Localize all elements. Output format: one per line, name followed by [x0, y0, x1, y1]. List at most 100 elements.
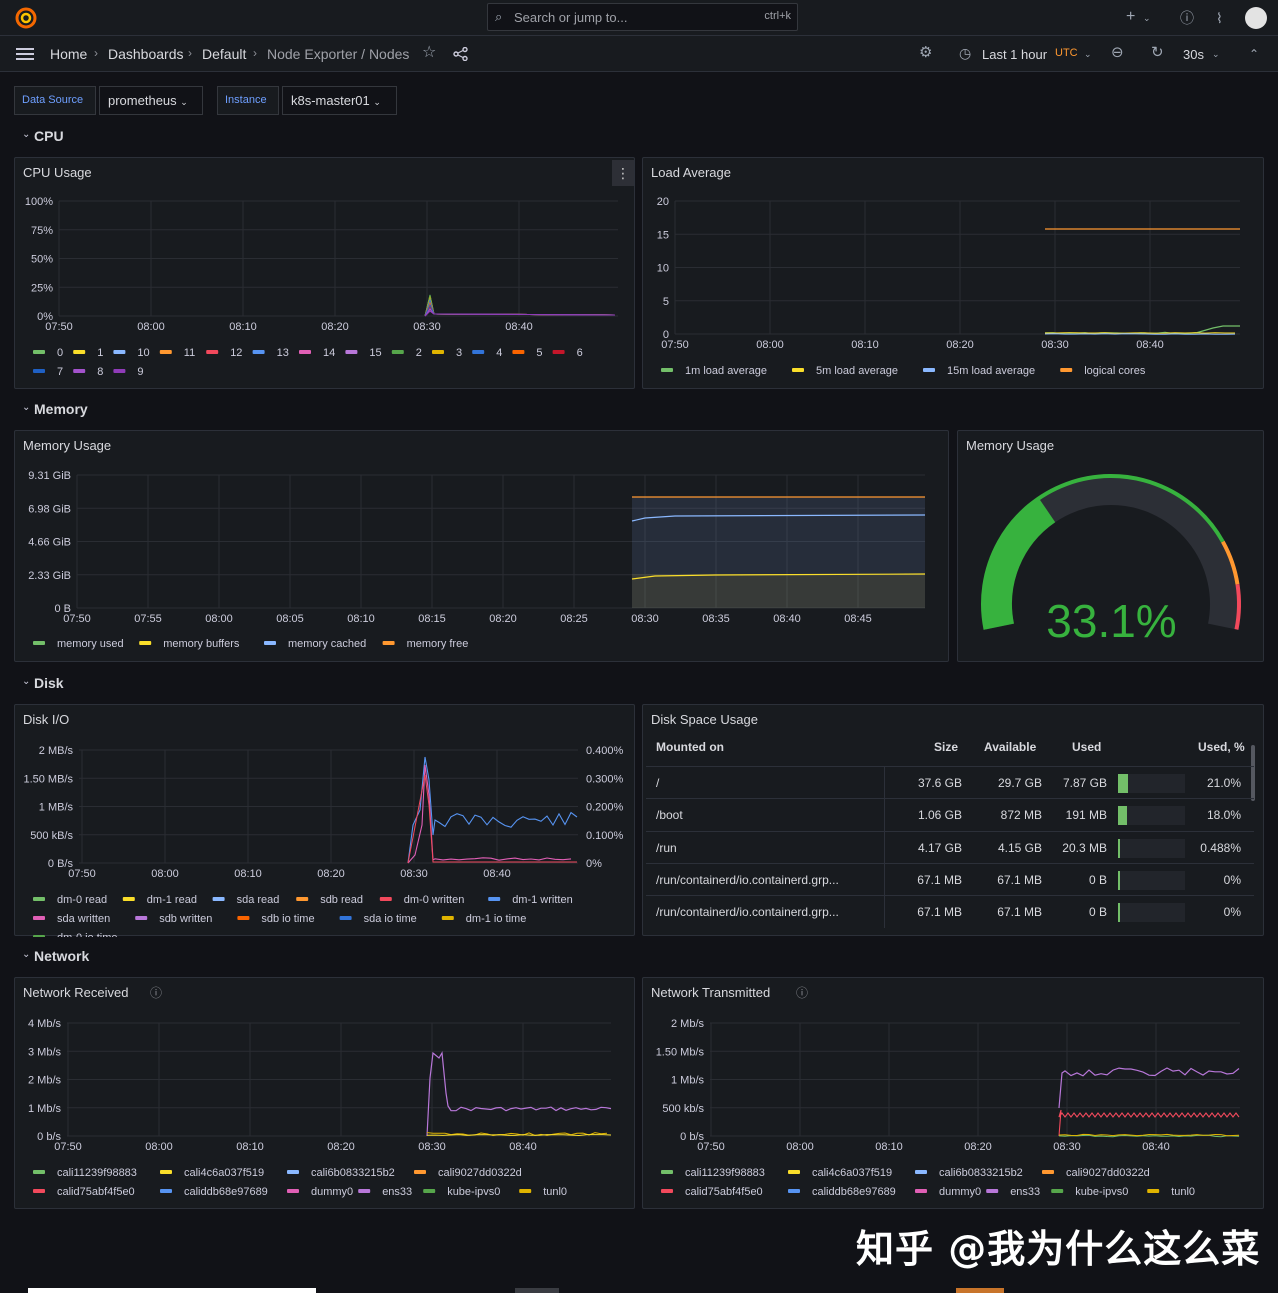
cell-divider [884, 831, 885, 864]
x-tick-label: 08:05 [276, 613, 304, 625]
settings-gear-icon[interactable]: ⚙ [919, 45, 932, 61]
share-icon[interactable] [453, 47, 468, 61]
bottom-bar [28, 1288, 316, 1293]
search-input[interactable]: ⌕ Search or jump to... ctrl+k [487, 3, 798, 31]
time-range-label[interactable]: Last 1 hour [982, 47, 1047, 62]
legend-swatch [296, 897, 309, 901]
legend-label: tunl0 [543, 1186, 567, 1198]
column-header-used[interactable]: Used [1072, 740, 1101, 754]
legend-swatch [345, 350, 358, 354]
usage-bar-track [1118, 903, 1185, 923]
refresh-icon[interactable]: ↻ [1151, 45, 1164, 61]
usage-bar-track [1118, 806, 1185, 826]
row-cpu[interactable]: ⌄ CPU [22, 128, 64, 144]
cell-used: 0 B [1088, 905, 1107, 920]
legend-label: caliddb68e97689 [184, 1186, 268, 1198]
load-average-panel[interactable]: Load Average 20 15 10 5 0 07:50 08:00 08:10 08:2… [642, 157, 1264, 389]
legend-label: dummy0 [311, 1186, 353, 1198]
chevron-down-icon[interactable]: ⌄ [1084, 46, 1092, 62]
cell-available: 67.1 MB [997, 872, 1042, 887]
user-avatar[interactable] [1245, 7, 1267, 29]
cpu-usage-panel[interactable]: CPU Usage ⋮ 100% 75% 50% 25% 0% 07:50 08:00 08:… [14, 157, 635, 389]
cpu-series-line [424, 310, 616, 317]
chevron-down-icon[interactable]: ⌄ [1143, 10, 1151, 26]
row-memory[interactable]: ⌄ Memory [22, 401, 88, 417]
x-tick-label: 07:50 [697, 1141, 725, 1153]
network-received-chart[interactable]: 4 Mb/s3 Mb/s2 Mb/s1 Mb/s0 b/s07:50 08:00 0… [15, 978, 636, 1210]
scrollbar[interactable] [1251, 745, 1255, 801]
help-icon[interactable]: ⓘ [1180, 10, 1194, 26]
x-tick-label: 07:50 [68, 868, 96, 880]
datasource-variable-select[interactable]: prometheus ⌄ [99, 86, 203, 115]
load-average-chart[interactable]: 2015105007:50 08:00 08:10 08:20 08:30 08:401m… [643, 158, 1265, 390]
refresh-interval[interactable]: 30s [1183, 47, 1204, 62]
memory-usage-chart[interactable]: 9.31 GiB6.98 GiB4.66 GiB2.33 GiB0 B07:50… [15, 431, 950, 663]
network-transmitted-chart[interactable]: 2 Mb/s1.50 Mb/s1 Mb/s500 kb/s0 b/s07:50 0… [643, 978, 1265, 1210]
chevron-down-icon: ⌄ [22, 129, 31, 140]
legend-swatch [792, 368, 804, 372]
clock-icon[interactable]: ◷ [959, 45, 971, 61]
search-placeholder: Search or jump to... [514, 10, 628, 25]
usage-bar-track [1118, 838, 1185, 858]
breadcrumb-dashboards[interactable]: Dashboards [108, 46, 184, 62]
network-transmitted-panel[interactable]: Network Transmitted ⓘ 2 Mb/s 1.50 Mb/s 1 M… [642, 977, 1264, 1209]
breadcrumb-folder[interactable]: Default [202, 46, 246, 62]
grafana-logo-icon[interactable] [14, 6, 38, 30]
chevron-down-icon[interactable]: ⌄ [1212, 46, 1220, 62]
x-tick-label: 08:40 [483, 868, 511, 880]
cell-available: 4.15 GB [997, 840, 1042, 855]
legend-label: cali6b0833215b2 [311, 1167, 395, 1179]
search-shortcut: ctrl+k [764, 10, 791, 22]
legend-swatch [237, 916, 250, 920]
x-tick-label: 08:00 [151, 868, 179, 880]
x-tick-label: 08:20 [964, 1141, 992, 1153]
zoom-out-icon[interactable]: ⊖ [1111, 45, 1124, 61]
disk-io-chart[interactable]: 2 MB/s1.50 MB/s1 MB/s500 kB/s0 B/s0.400%… [15, 705, 636, 937]
memory-usage-panel[interactable]: Memory Usage 9.31 GiB 6.98 GiB 4.66 GiB 2.3… [14, 430, 949, 662]
add-icon[interactable]: + [1126, 9, 1135, 25]
legend-label: 4 [496, 347, 502, 359]
legend-label: 13 [277, 347, 289, 359]
x-tick-label: 08:35 [702, 613, 730, 625]
memory-gauge-panel[interactable]: Memory Usage 33.1% [957, 430, 1264, 662]
instance-variable-select[interactable]: k8s-master01 ⌄ [282, 86, 397, 115]
legend-swatch [358, 1189, 371, 1193]
cell-available: 29.7 GB [997, 776, 1042, 790]
row-network[interactable]: ⌄ Network [22, 948, 89, 964]
legend-swatch [661, 1189, 673, 1193]
x-tick-label: 08:40 [509, 1141, 537, 1153]
x-tick-label: 08:30 [413, 321, 441, 333]
legend-swatch [661, 368, 673, 372]
network-received-panel[interactable]: Network Received ⓘ 4 Mb/s 3 Mb/s 2 Mb/s 1 M… [14, 977, 635, 1209]
y-tick-label: 25% [31, 282, 53, 294]
breadcrumb-home[interactable]: Home [50, 46, 87, 62]
legend-swatch [287, 1170, 299, 1174]
legend-label: sdb written [159, 913, 212, 925]
timezone-label[interactable]: UTC [1055, 47, 1078, 59]
breadcrumb-separator: › [188, 46, 192, 60]
y2-tick-label: 0.200% [586, 802, 624, 814]
bottom-bar [956, 1288, 1004, 1293]
news-feed-icon[interactable]: ⌇ [1216, 10, 1223, 26]
row-title: Disk [34, 675, 64, 691]
cell-used-percent: 21.0% [1206, 776, 1241, 790]
star-icon[interactable]: ☆ [422, 45, 436, 61]
column-header-available[interactable]: Available [984, 740, 1036, 754]
legend-label: ens33 [382, 1186, 412, 1198]
menu-icon[interactable] [16, 47, 34, 61]
cpu-usage-chart[interactable]: 100%75%50%25%0%07:50 08:00 08:10 08:20 08:30… [15, 158, 636, 390]
row-disk[interactable]: ⌄ Disk [22, 675, 64, 691]
cpu-series-line [424, 296, 616, 317]
legend-swatch [33, 369, 45, 373]
cpu-series-line [424, 298, 616, 317]
column-header-size[interactable]: Size [934, 740, 958, 754]
column-header-used-percent[interactable]: Used, % [1198, 740, 1245, 754]
cell-size: 67.1 MB [917, 905, 962, 920]
cell-available: 872 MB [1000, 808, 1042, 823]
chevron-up-icon[interactable]: ⌃ [1249, 46, 1259, 62]
cell-available: 67.1 MB [997, 905, 1042, 920]
column-header-mounted[interactable]: Mounted on [656, 740, 724, 754]
legend-label: cali11239f98883 [685, 1167, 765, 1179]
disk-io-panel[interactable]: Disk I/O 2 MB/s 1.50 MB/s 1 MB/s 500 kB/s 0 … [14, 704, 636, 937]
breadcrumb-separator: › [94, 46, 98, 60]
